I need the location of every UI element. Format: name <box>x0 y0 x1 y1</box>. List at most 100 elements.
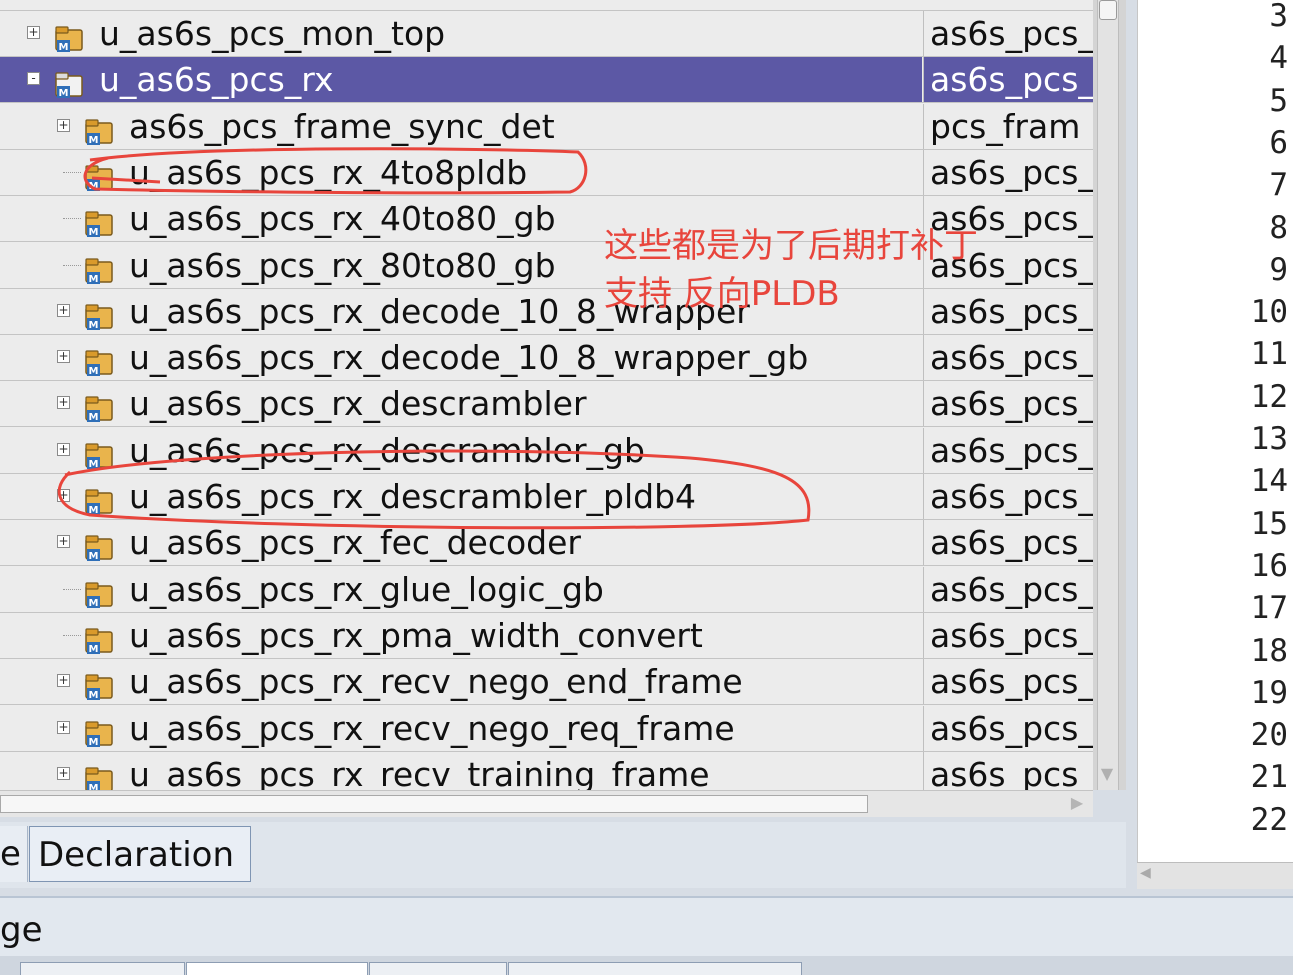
vertical-scrollbar[interactable] <box>1097 0 1119 790</box>
tree-connector <box>63 634 81 636</box>
tree-row-name-cell[interactable]: - Mu_as6s_pcs_rx <box>0 57 922 103</box>
expand-icon[interactable]: + <box>57 720 70 734</box>
tree-row[interactable]: - Mu_as6s_pcs_rx as6s_pcs_ <box>0 57 1093 104</box>
tree-row-label: u_as6s_pcs_rx_40to80_gb <box>129 199 556 239</box>
module-icon: M <box>84 715 114 748</box>
tree-row-name-cell[interactable]: + Mu_as6s_pcs_rx_recv_nego_req_frame <box>0 706 922 751</box>
tree-row-type-cell[interactable]: as6s_pcs_ <box>923 520 1093 566</box>
svg-text:M: M <box>89 274 99 285</box>
module-icon: M <box>84 761 114 790</box>
expand-icon[interactable]: + <box>57 118 70 132</box>
expand-icon[interactable]: + <box>57 396 70 410</box>
tree-row-type-cell[interactable]: as6s_pcs_ <box>923 381 1093 427</box>
tree-row-label: u_as6s_pcs_rx_recv_training_frame <box>129 754 710 790</box>
module-icon: M <box>84 437 114 470</box>
expand-icon[interactable]: + <box>57 489 70 502</box>
bottom-tab[interactable] <box>369 962 507 975</box>
tree-row-name-cell[interactable]: + Mas6s_pcs_frame_sync_det <box>0 104 922 149</box>
tree-row-name-cell[interactable]: Mu_as6s_pcs_rx_glue_logic_gb <box>0 567 922 612</box>
tree-row-type-cell[interactable]: as6s_pcs_ <box>923 612 1093 658</box>
tree-row-type-cell[interactable]: pcs_fram <box>923 103 1093 149</box>
tree-row[interactable]: + Mu_as6s_pcs_rx_recv_training_frame as6s_… <box>0 751 1093 790</box>
bottom-tab[interactable] <box>186 962 368 975</box>
tree-row[interactable]: + Mu_as6s_pcs_rx_decode_10_8_wrapper_gb as… <box>0 335 1093 382</box>
expand-icon[interactable]: + <box>57 674 70 688</box>
tree-row-name-cell[interactable]: + Mu_as6s_pcs_rx_fec_decoder <box>0 520 922 565</box>
collapse-icon[interactable]: - <box>27 72 40 86</box>
tree-row-type-cell[interactable]: as6s_pcs_ <box>923 427 1093 473</box>
tree-row[interactable]: + Mu_as6s_pcs_rx_recv_nego_req_frame as6s_… <box>0 705 1093 752</box>
tree-row-name-cell[interactable]: + Mu_as6s_pcs_rx_decode_10_8_wrapper_gb <box>0 335 922 380</box>
tree-row-name-cell[interactable]: + Mu_as6s_pcs_rx_recv_training_frame <box>0 752 922 790</box>
tree-row[interactable]: Mu_as6s_pcs_rx_pma_width_convert as6s_pcs… <box>0 612 1093 659</box>
tree-row-name-cell[interactable]: + Mu_as6s_pcs_rx_descrambler_gb <box>0 428 922 473</box>
tree-row-type-cell[interactable]: as6s_pcs_ <box>923 705 1093 751</box>
line-number: 7 <box>1269 167 1288 204</box>
svg-text:M: M <box>89 783 99 790</box>
line-number: 15 <box>1250 505 1288 542</box>
expand-icon[interactable]: + <box>57 535 70 549</box>
tree-row-type-cell[interactable]: as6s_pcs_ <box>923 149 1093 195</box>
tab-partial[interactable]: e <box>0 826 28 882</box>
scroll-right-arrow-icon[interactable]: ▶ <box>1066 793 1088 813</box>
module-icon: M <box>84 390 114 423</box>
line-number: 5 <box>1269 82 1288 119</box>
tree-row-name-cell[interactable]: Mu_as6s_pcs_rx_pma_width_convert <box>0 613 922 658</box>
module-icon: M <box>84 483 114 516</box>
tree-row-name-cell[interactable]: + Mu_as6s_pcs_mon_top <box>0 11 922 56</box>
scroll-left-arrow-icon[interactable]: ◀ <box>1140 865 1160 885</box>
gutter-horizontal-scrollbar[interactable] <box>1137 862 1293 889</box>
bottom-panel-header <box>0 896 1293 958</box>
svg-text:M: M <box>89 598 99 609</box>
hierarchy-tree: + Mu_as6s_pcs_mon_top as6s_pcs_ - Mu_as6s_pc… <box>0 0 1093 790</box>
tree-row-type-cell[interactable]: as6s_pcs_ <box>923 566 1093 612</box>
expand-icon[interactable]: + <box>57 350 70 364</box>
tree-row-name-cell[interactable]: Mu_as6s_pcs_rx_4to8pldb <box>0 150 922 195</box>
tree-row[interactable]: + Mu_as6s_pcs_rx_descrambler_gb as6s_pcs_ <box>0 427 1093 474</box>
tree-row-type-cell[interactable]: as6s_pcs_ <box>923 288 1093 334</box>
tree-row-name-cell[interactable]: + Mu_as6s_pcs_rx_descrambler_pldb4 <box>0 474 922 519</box>
expand-icon[interactable]: + <box>57 766 70 780</box>
tree-row-label: u_as6s_pcs_rx_decode_10_8_wrapper_gb <box>129 338 809 378</box>
tree-row-type-cell[interactable]: as6s_pcs_ <box>923 11 1093 56</box>
annotation-text-line2: 支持 反向PLDB <box>604 274 840 314</box>
tree-row[interactable]: + Mu_as6s_pcs_rx_recv_nego_end_frame as6s_… <box>0 659 1093 706</box>
tree-connector <box>63 264 81 266</box>
tree-row-type-cell[interactable]: as6s_pcs_ <box>923 335 1093 381</box>
scroll-down-arrow-icon[interactable]: ▼ <box>1099 764 1115 784</box>
tree-row[interactable]: + Mu_as6s_pcs_rx_decode_10_8_wrapper as6s_… <box>0 288 1093 335</box>
svg-text:M: M <box>89 551 99 562</box>
module-icon: M <box>84 205 114 238</box>
tree-row-label: u_as6s_pcs_rx_recv_nego_end_frame <box>129 662 743 702</box>
module-icon: M <box>84 113 114 146</box>
tree-row[interactable]: + Mu_as6s_pcs_mon_top as6s_pcs_ <box>0 11 1093 57</box>
tree-row[interactable]: + Mu_as6s_pcs_rx_descrambler_pldb4 as6s_pc… <box>0 474 1093 520</box>
tree-row-label: u_as6s_pcs_rx_pma_width_convert <box>129 615 703 655</box>
tree-row-type-cell[interactable]: as6s_pcs_ <box>923 474 1093 519</box>
bottom-tab[interactable] <box>508 962 802 975</box>
tree-row-type-cell[interactable]: as6s_pcs_ <box>923 57 1093 103</box>
tree-row-partial[interactable] <box>0 0 1093 11</box>
tree-row-name-cell[interactable]: + Mu_as6s_pcs_rx_recv_nego_end_frame <box>0 659 922 704</box>
tree-row-type-cell[interactable]: as6s_pcs_ <box>923 659 1093 705</box>
tree-row-label: u_as6s_pcs_rx_80to80_gb <box>129 245 556 285</box>
tree-row-name-cell[interactable]: + Mu_as6s_pcs_rx_descrambler <box>0 381 922 426</box>
module-icon: M <box>84 622 114 655</box>
tree-row[interactable]: + Mu_as6s_pcs_rx_descrambler as6s_pcs_ <box>0 381 1093 428</box>
svg-text:M: M <box>89 366 99 377</box>
expand-icon[interactable]: + <box>57 442 70 456</box>
tree-row[interactable]: Mu_as6s_pcs_rx_glue_logic_gb as6s_pcs_ <box>0 566 1093 613</box>
vertical-scroll-thumb[interactable] <box>1099 0 1117 20</box>
expand-icon[interactable]: + <box>27 26 40 39</box>
tree-row-label: u_as6s_pcs_rx_descrambler_gb <box>129 430 645 470</box>
tree-row-label: u_as6s_pcs_rx_descrambler <box>129 384 587 424</box>
bottom-tab[interactable] <box>20 962 185 975</box>
svg-text:M: M <box>89 459 99 470</box>
tree-row[interactable]: + Mas6s_pcs_frame_sync_det pcs_fram <box>0 103 1093 150</box>
tree-row-type-cell[interactable]: as6s_pcs_ <box>923 751 1093 790</box>
tree-row[interactable]: + Mu_as6s_pcs_rx_fec_decoder as6s_pcs_ <box>0 520 1093 567</box>
tab-declaration[interactable]: Declaration <box>29 826 251 882</box>
horizontal-scroll-thumb[interactable] <box>0 795 868 813</box>
expand-icon[interactable]: + <box>57 303 70 317</box>
tree-row[interactable]: Mu_as6s_pcs_rx_4to8pldb as6s_pcs_ <box>0 149 1093 196</box>
